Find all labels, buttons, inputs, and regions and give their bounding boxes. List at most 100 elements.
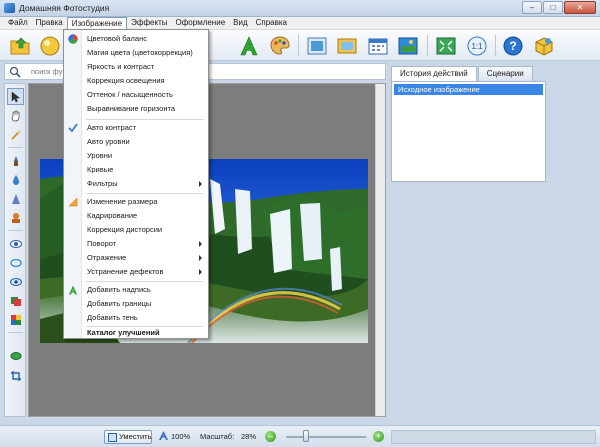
menu-item-label: Добавить надпись bbox=[87, 285, 151, 294]
menu-separator bbox=[86, 281, 204, 282]
menu-separator bbox=[86, 193, 204, 194]
maximize-button[interactable]: □ bbox=[543, 1, 563, 14]
card-icon[interactable] bbox=[335, 34, 359, 58]
stamp-tool-icon[interactable] bbox=[7, 209, 24, 226]
menu-item-hue-saturation[interactable]: Оттенок / насыщенность bbox=[64, 88, 208, 101]
drop-tool-icon[interactable] bbox=[7, 171, 24, 188]
actual-size-status-icon bbox=[158, 430, 169, 443]
menu-item-flip[interactable]: Отражение bbox=[64, 251, 208, 264]
menu-item-horizon-alignment[interactable]: Выравнивание горизонта bbox=[64, 102, 208, 115]
frames-icon[interactable] bbox=[305, 34, 329, 58]
menu-item-crop[interactable]: Кадрирование bbox=[64, 209, 208, 222]
checkmark-icon bbox=[68, 123, 78, 133]
history-list: Исходное изображение bbox=[391, 81, 546, 182]
close-button[interactable]: ✕ bbox=[564, 1, 596, 14]
calendar-icon[interactable] bbox=[366, 34, 390, 58]
history-panel: История действий Сценарии Исходное изобр… bbox=[391, 63, 596, 185]
fit-button[interactable]: Уместить bbox=[104, 430, 152, 444]
menu-file[interactable]: Файл bbox=[4, 17, 32, 29]
menu-item-add-borders[interactable]: Добавить границы bbox=[64, 297, 208, 310]
menu-item-levels[interactable]: Уровни bbox=[64, 149, 208, 162]
canvas-scrollbar[interactable] bbox=[375, 84, 385, 416]
collage-icon[interactable] bbox=[396, 34, 420, 58]
tools-panel bbox=[4, 83, 26, 417]
menu-item-rotate[interactable]: Поворот bbox=[64, 237, 208, 250]
window-title: Домашняя Фотостудия bbox=[19, 3, 110, 13]
red-eye-tool-icon[interactable] bbox=[7, 235, 24, 252]
menu-item-label: Цветовой баланс bbox=[87, 34, 147, 43]
search-icon bbox=[9, 66, 21, 80]
menu-item-label: Фильтры bbox=[87, 179, 118, 188]
scale-value: 28% bbox=[241, 432, 257, 441]
submenu-arrow-icon bbox=[199, 181, 202, 187]
menu-item-resize[interactable]: Изменение размера bbox=[64, 195, 208, 208]
tab-history[interactable]: История действий bbox=[391, 66, 477, 82]
submenu-arrow-icon bbox=[199, 255, 202, 261]
title-bar: Домашняя Фотостудия – □ ✕ bbox=[0, 0, 600, 17]
menu-item-label: Устранение дефектов bbox=[87, 267, 164, 276]
magic-wand-icon[interactable] bbox=[7, 126, 24, 143]
magic-ball-icon[interactable] bbox=[38, 34, 62, 58]
window-controls: – □ ✕ bbox=[522, 1, 596, 14]
menu-item-label: Коррекция дисторсии bbox=[87, 225, 163, 234]
tool-separator bbox=[8, 147, 23, 148]
menu-item-label: Уровни bbox=[87, 151, 113, 160]
menu-item-distortion-correction[interactable]: Коррекция дисторсии bbox=[64, 223, 208, 236]
zoom-out-button[interactable]: – bbox=[265, 431, 276, 442]
menu-item-color-balance[interactable]: Цветовой баланс bbox=[64, 32, 208, 45]
layers-tool-icon[interactable] bbox=[7, 292, 24, 309]
menu-item-fix-defects[interactable]: Устранение дефектов bbox=[64, 265, 208, 278]
hand-tool-icon[interactable] bbox=[7, 107, 24, 124]
brush-tool-icon[interactable] bbox=[7, 152, 24, 169]
history-item[interactable]: Исходное изображение bbox=[394, 84, 543, 95]
menu-item-label: Добавить границы bbox=[87, 299, 152, 308]
box-icon[interactable] bbox=[532, 34, 556, 58]
menu-edit[interactable]: Правка bbox=[32, 17, 67, 29]
menu-item-brightness-contrast[interactable]: Яркость и контраст bbox=[64, 60, 208, 73]
eye-tool-icon[interactable] bbox=[7, 273, 24, 290]
zoom-in-button[interactable]: + bbox=[373, 431, 384, 442]
menu-item-add-shadow[interactable]: Добавить тень bbox=[64, 311, 208, 324]
eraser-tool-icon[interactable] bbox=[7, 347, 24, 364]
menu-item-add-caption[interactable]: Добавить надпись bbox=[64, 283, 208, 296]
menu-item-curves[interactable]: Кривые bbox=[64, 163, 208, 176]
minimize-button[interactable]: – bbox=[522, 1, 542, 14]
mosaic-tool-icon[interactable] bbox=[7, 311, 24, 328]
menu-item-auto-contrast[interactable]: Авто контраст bbox=[64, 121, 208, 134]
menu-item-label: Добавить тень bbox=[87, 313, 138, 322]
tab-scenarios[interactable]: Сценарии bbox=[477, 66, 533, 81]
zoom-slider-thumb[interactable] bbox=[303, 430, 309, 442]
tool-separator bbox=[8, 332, 23, 333]
menu-view[interactable]: Вид bbox=[229, 17, 251, 29]
menu-item-lighting-correction[interactable]: Коррекция освещения bbox=[64, 74, 208, 87]
crop-tool-icon[interactable] bbox=[7, 367, 24, 384]
menu-help[interactable]: Справка bbox=[252, 17, 291, 29]
menu-effects[interactable]: Эффекты bbox=[127, 17, 171, 29]
actual-size-button[interactable]: 100% bbox=[158, 430, 190, 443]
fit-window-icon[interactable] bbox=[434, 34, 458, 58]
open-folder-icon[interactable] bbox=[8, 34, 32, 58]
add-text-icon[interactable] bbox=[237, 34, 261, 58]
menu-item-enhancement-catalog[interactable]: Каталог улучшений bbox=[64, 326, 208, 339]
toolbar-separator bbox=[427, 35, 428, 56]
menu-item-label: Отражение bbox=[87, 253, 127, 262]
menu-design[interactable]: Оформление bbox=[171, 17, 229, 29]
tool-separator bbox=[8, 230, 23, 231]
submenu-arrow-icon bbox=[199, 241, 202, 247]
pointer-tool-icon[interactable] bbox=[7, 88, 24, 105]
actual-size-icon[interactable]: 1:1 bbox=[465, 34, 489, 58]
palette-icon[interactable] bbox=[268, 34, 292, 58]
text-a-icon bbox=[68, 285, 78, 295]
help-icon[interactable]: ? bbox=[501, 34, 525, 58]
menu-item-auto-levels[interactable]: Авто уровни bbox=[64, 135, 208, 148]
menu-image[interactable]: Изображение bbox=[66, 17, 128, 29]
toolbar-separator bbox=[495, 35, 496, 56]
sharpen-tool-icon[interactable] bbox=[7, 190, 24, 207]
zoom-slider-track[interactable] bbox=[286, 436, 366, 438]
menu-item-label: Изменение размера bbox=[87, 197, 158, 206]
fit-icon bbox=[108, 433, 117, 446]
menu-item-color-magic[interactable]: Магия цвета (цветокоррекция) bbox=[64, 46, 208, 59]
menu-item-filters[interactable]: Фильтры bbox=[64, 177, 208, 190]
menu-item-label: Кривые bbox=[87, 165, 114, 174]
lasso-tool-icon[interactable] bbox=[7, 254, 24, 271]
